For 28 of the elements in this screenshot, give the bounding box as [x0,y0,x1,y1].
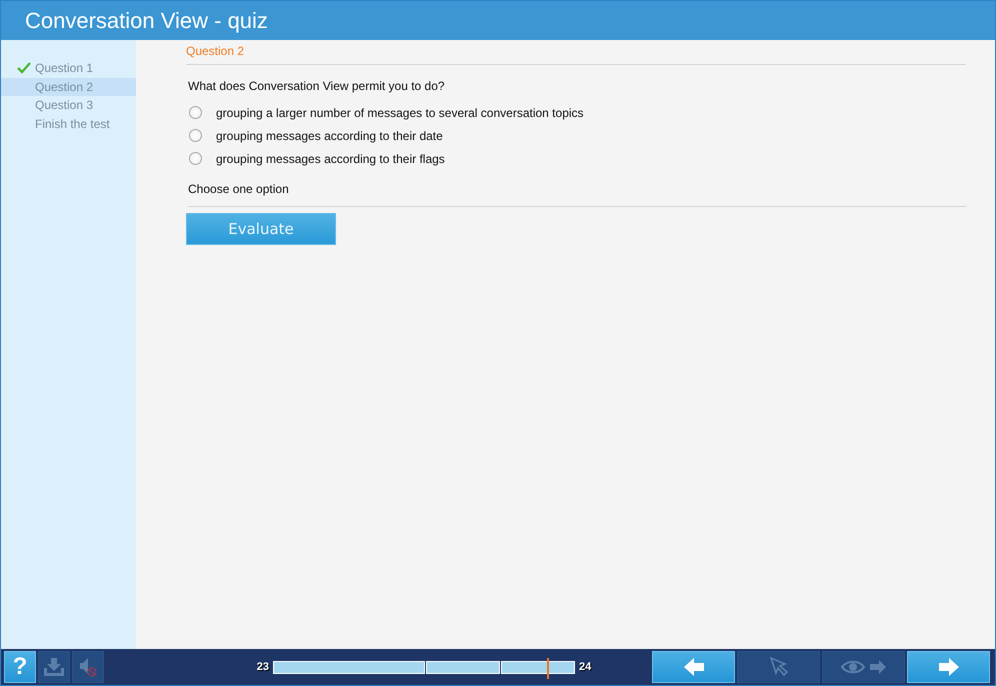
radio-button[interactable] [189,106,202,119]
question-heading: Question 2 [186,44,966,65]
option-label: grouping messages according to their flags [216,152,445,166]
pointer-icon [768,656,790,678]
back-button[interactable] [652,651,735,683]
next-button[interactable] [907,651,990,683]
progress-start: 23 [256,661,269,673]
download-icon [43,657,65,677]
question-text: What does Conversation View permit you to do? [188,79,446,93]
eye-arrow-icon [840,658,886,676]
radio-button[interactable] [189,129,202,142]
option-label: grouping a larger number of messages to several conversation topics [216,106,584,120]
option-label: grouping messages according to their date [216,128,443,142]
muted-speaker-icon [78,656,98,678]
sidebar-item[interactable]: Finish the test [1,114,136,133]
window-title: Conversation View - quiz [1,1,995,40]
check-icon [17,62,31,74]
progress-marker[interactable] [547,658,549,678]
evaluate-button[interactable]: Evaluate [186,213,336,245]
right-arrow-icon [938,657,960,677]
sidebar-item[interactable]: Question 1 [1,59,136,78]
sidebar-item[interactable]: Question 2 [1,78,136,96]
hint-text: Choose one option [188,182,966,207]
progress-end: 24 [579,661,592,673]
help-button[interactable]: ? [4,651,36,683]
radio-button[interactable] [189,152,202,165]
left-arrow-icon [682,657,704,677]
sidebar-item[interactable]: Question 3 [1,96,136,114]
